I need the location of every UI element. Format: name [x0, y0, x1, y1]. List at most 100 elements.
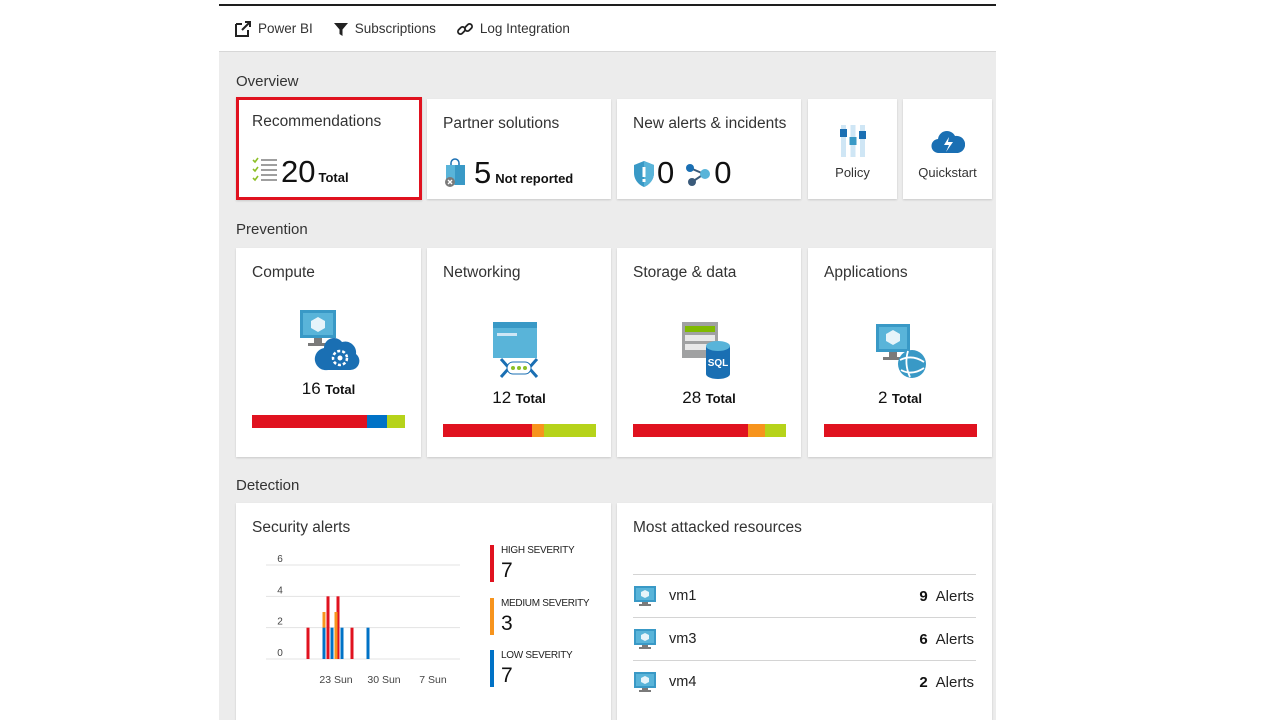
- storage-data-total: 28 Total: [617, 388, 801, 408]
- partner-solutions-title: Partner solutions: [443, 115, 560, 132]
- storage-data-count: 28: [682, 388, 702, 407]
- alerts-count: 0: [657, 155, 675, 190]
- cloud-bolt-icon: [931, 131, 965, 154]
- high-severity-swatch: [490, 545, 494, 582]
- medium-severity-label: MEDIUM SEVERITY: [501, 598, 590, 609]
- subscriptions-button[interactable]: Subscriptions: [333, 21, 436, 37]
- resource-alert-unit: Alerts: [935, 630, 974, 648]
- compute-severity-bar: [252, 415, 405, 428]
- compute-total: 16 Total: [236, 379, 421, 399]
- networking-total: 12 Total: [427, 388, 611, 408]
- x-tick-label: 7 Sun: [419, 674, 447, 686]
- log-integration-button[interactable]: Log Integration: [456, 20, 570, 38]
- networking-vnet-icon: [493, 322, 539, 378]
- compute-healthy-segment: [386, 415, 405, 428]
- networking-medium-segment: [531, 424, 544, 437]
- alerts-incidents-stat: 0 0: [633, 157, 732, 188]
- storage-data-high-segment: [633, 424, 748, 437]
- applications-web-icon: [876, 324, 926, 378]
- resource-name[interactable]: vm4: [669, 674, 919, 690]
- alert-bar: [366, 627, 370, 659]
- quickstart-tile[interactable]: Quickstart: [903, 99, 992, 199]
- alert-bar: [340, 627, 344, 659]
- medium-severity-swatch: [490, 598, 494, 635]
- x-tick-label: 23 Sun: [319, 674, 352, 686]
- resource-row[interactable]: vm4 2 Alerts: [633, 660, 976, 703]
- resource-name[interactable]: vm3: [669, 631, 919, 647]
- alerts-incidents-tile[interactable]: New alerts & incidents 0 0: [617, 99, 801, 199]
- low-severity-count: 7: [501, 664, 513, 687]
- networking-tile[interactable]: Networking 12 Total: [427, 248, 611, 457]
- resource-alert-unit: Alerts: [935, 673, 974, 691]
- alert-bar: [334, 612, 338, 659]
- powerbi-button[interactable]: Power BI: [234, 20, 313, 38]
- most-attacked-title: Most attacked resources: [633, 519, 802, 536]
- storage-data-healthy-segment: [764, 424, 786, 437]
- resource-name[interactable]: vm1: [669, 588, 919, 604]
- prevention-heading: Prevention: [236, 221, 308, 238]
- most-attacked-tile[interactable]: Most attacked resources vm1 9 Alerts vm3: [617, 503, 992, 720]
- applications-total-label: Total: [891, 391, 922, 406]
- high-severity-count: 7: [501, 559, 513, 582]
- applications-title: Applications: [824, 264, 908, 281]
- resource-row[interactable]: vm1 9 Alerts: [633, 574, 976, 617]
- log-integration-label: Log Integration: [479, 21, 570, 36]
- y-tick-label: 2: [277, 617, 283, 628]
- partner-solutions-stat: 5 Not reported: [443, 157, 573, 188]
- low-severity-label: LOW SEVERITY: [501, 650, 573, 661]
- toolbar: Power BI Subscriptions Log Integration: [219, 6, 996, 52]
- resource-alert-count: 6: [919, 630, 928, 648]
- recommendations-total-label: Total: [318, 170, 349, 185]
- resource-row[interactable]: vm3 6 Alerts: [633, 617, 976, 660]
- medium-severity-count: 3: [501, 612, 513, 635]
- shopping-bag-icon: [445, 158, 465, 187]
- networking-count: 12: [492, 388, 512, 407]
- partner-solutions-count: 5: [474, 155, 492, 190]
- alert-bar: [306, 627, 310, 659]
- security-center-blade: Power BI Subscriptions Log Integration O…: [219, 4, 996, 720]
- applications-high-segment: [824, 424, 977, 437]
- quickstart-label: Quickstart: [918, 165, 977, 180]
- compute-total-label: Total: [325, 382, 356, 397]
- resource-alert-count: 9: [919, 587, 928, 605]
- alert-bar: [322, 627, 326, 659]
- vm-icon: [634, 672, 656, 692]
- compute-vm-gear-icon: [299, 310, 359, 371]
- y-tick-label: 4: [277, 585, 283, 596]
- storage-data-medium-segment: [747, 424, 765, 437]
- compute-high-segment: [252, 415, 367, 428]
- policy-sliders-icon: [840, 125, 866, 157]
- storage-sql-icon: SQL: [682, 322, 730, 379]
- security-alerts-tile[interactable]: Security alerts 6 4 2 0 23 Sun 30 Sun 7 Sun HI…: [236, 503, 611, 720]
- networking-severity-bar: [443, 424, 596, 437]
- resource-alert-count: 2: [919, 673, 928, 691]
- storage-data-tile[interactable]: Storage & data SQL 28 Total: [617, 248, 801, 457]
- partner-solutions-tile[interactable]: Partner solutions 5 Not reported: [427, 99, 611, 199]
- storage-data-title: Storage & data: [633, 264, 737, 281]
- applications-tile[interactable]: Applications 2 Total: [808, 248, 992, 457]
- incidents-graph-icon: [686, 164, 711, 186]
- compute-count: 16: [301, 379, 321, 398]
- incidents-count: 0: [714, 155, 732, 190]
- storage-data-total-label: Total: [705, 391, 736, 406]
- detection-heading: Detection: [236, 477, 300, 494]
- low-severity-swatch: [490, 650, 494, 687]
- filter-icon: [333, 22, 348, 36]
- powerbi-label: Power BI: [258, 21, 313, 36]
- recommendations-count: 20: [281, 154, 316, 189]
- alert-bar: [330, 627, 334, 659]
- vm-icon: [634, 586, 656, 606]
- applications-severity-bar: [824, 424, 977, 437]
- policy-tile[interactable]: Policy: [808, 99, 897, 199]
- security-alerts-chart: 6 4 2 0 23 Sun 30 Sun 7 Sun: [266, 554, 460, 686]
- x-tick-label: 30 Sun: [367, 674, 400, 686]
- link-icon: [456, 22, 473, 35]
- recommendations-stat: 20 Total: [252, 155, 349, 187]
- recommendations-tile[interactable]: Recommendations 20 Total: [236, 97, 422, 200]
- recommendations-title: Recommendations: [252, 113, 382, 130]
- compute-tile[interactable]: Compute 16 Total: [236, 248, 421, 457]
- overview-heading: Overview: [236, 73, 299, 90]
- alert-bar: [326, 596, 330, 659]
- partner-solutions-status: Not reported: [495, 171, 574, 186]
- compute-title: Compute: [252, 264, 315, 281]
